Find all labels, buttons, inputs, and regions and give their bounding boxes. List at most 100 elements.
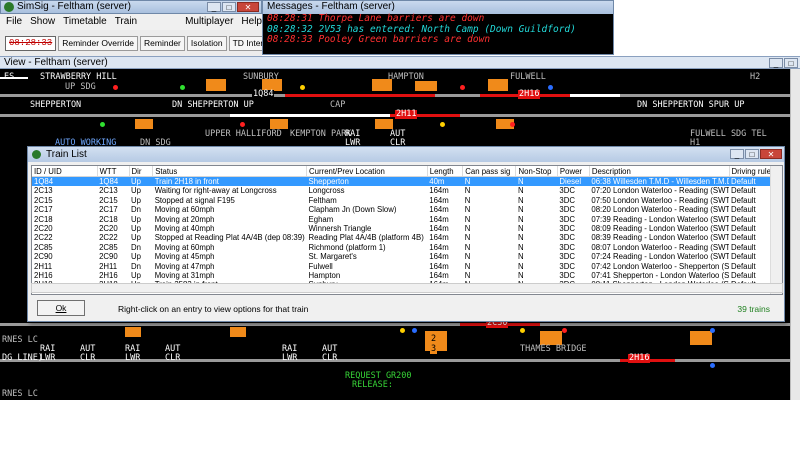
maximize-icon[interactable]: □: [745, 149, 759, 159]
table-cell: Up: [131, 252, 141, 262]
column-header[interactable]: Current/Prev Location: [306, 166, 428, 177]
table-cell: 2H16: [34, 271, 53, 281]
table-row[interactable]: 2C22 2C22 Up Stopped at Reading Plat 4A/4B …: [32, 233, 771, 242]
minimize-icon[interactable]: _: [769, 58, 783, 68]
table-row[interactable]: 2C85 2C85 Dn Moving at 60mph Richmond (platf…: [32, 243, 771, 252]
column-header[interactable]: Non-Stop: [515, 166, 558, 177]
train-list-horizontal-scrollbar[interactable]: [31, 283, 783, 293]
table-cell: Moving at 31mph: [154, 271, 215, 281]
column-header[interactable]: Can pass sig: [462, 166, 517, 177]
table-row[interactable]: 1Q84 1Q84 Up Train 2H18 in front Shepperton 4…: [32, 176, 771, 187]
table-cell: Moving at 60mph: [154, 242, 215, 252]
signal-yellow[interactable]: [400, 328, 405, 333]
table-cell: N: [464, 242, 471, 252]
menu-show[interactable]: Show: [30, 14, 55, 30]
maximize-icon[interactable]: □: [222, 2, 236, 12]
table-cell: Up: [131, 224, 141, 234]
table-cell: 40m: [427, 176, 463, 187]
close-icon[interactable]: ✕: [237, 2, 259, 12]
table-cell: 08:39 Reading - London Waterloo (SWT I: [591, 233, 729, 243]
berth-2h16-lower[interactable]: 2H16: [628, 354, 651, 363]
close-icon[interactable]: ✕: [760, 149, 782, 159]
table-row[interactable]: 2C18 2C18 Up Moving at 20mph Egham 164m N N 3DC 0…: [32, 215, 771, 224]
signal-red[interactable]: [510, 122, 515, 127]
fulwell-label: FULWELL: [510, 72, 546, 82]
table-cell: 164m: [429, 242, 449, 252]
table-cell: 2C22: [99, 233, 118, 243]
platform-block: [488, 79, 508, 91]
table-cell: 2C15: [99, 195, 118, 205]
column-header[interactable]: ID / UID: [32, 166, 98, 177]
column-header[interactable]: WTT: [97, 166, 130, 177]
view-window-titlebar[interactable]: View - Feltham (server) _ □: [0, 56, 800, 69]
release-label[interactable]: RELEASE:: [352, 380, 393, 390]
column-header[interactable]: Description: [589, 166, 730, 177]
isolation-button[interactable]: Isolation: [186, 35, 227, 51]
signal-yellow[interactable]: [440, 122, 445, 127]
dg-line-label: DG LINE): [2, 353, 43, 363]
messages-window: Messages - Feltham (server) 08:28:31 Tho…: [262, 0, 614, 55]
berth-2h16[interactable]: 2H16: [518, 90, 541, 99]
platform-block: [135, 119, 153, 129]
signal-red[interactable]: [240, 122, 245, 127]
column-header[interactable]: Driving rules: [729, 166, 771, 177]
siding-number-2: 2: [430, 334, 438, 344]
train-list-vertical-scrollbar[interactable]: [770, 166, 782, 294]
signal-blue[interactable]: [548, 85, 553, 90]
clr-label[interactable]: CLR: [80, 353, 95, 363]
table-row[interactable]: 2C20 2C20 Up Moving at 40mph Winnersh Triang…: [32, 224, 771, 233]
table-cell: Moving at 20mph: [154, 214, 215, 224]
table-cell: 3DC: [559, 271, 576, 281]
signal-yellow[interactable]: [300, 85, 305, 90]
minimize-icon[interactable]: _: [730, 149, 744, 159]
berth-2h11[interactable]: 2H11: [395, 110, 418, 119]
menu-help[interactable]: Help: [241, 14, 262, 30]
signal-red[interactable]: [113, 85, 118, 90]
column-header[interactable]: Power: [557, 166, 590, 177]
signal-green[interactable]: [100, 122, 105, 127]
column-header[interactable]: Length: [427, 166, 464, 177]
platform-block: [372, 79, 392, 91]
table-row[interactable]: 2C13 2C13 Up Waiting for right-away at Long…: [32, 186, 771, 195]
table-cell: 2C13: [99, 186, 118, 196]
table-row[interactable]: 2H16 2H16 Up Moving at 31mph Hampton 164m N N 3D…: [32, 271, 771, 280]
berth-1q84[interactable]: 1Q84: [252, 90, 275, 99]
table-cell: 2C90: [34, 252, 53, 262]
signal-green[interactable]: [180, 85, 185, 90]
table-row[interactable]: 2C15 2C15 Up Stopped at signal F195 Feltham 1…: [32, 196, 771, 205]
kempton-park-label: KEMPTON PARK: [290, 129, 352, 139]
table-cell: 164m: [429, 224, 449, 234]
table-cell: 08:20 London Waterloo - Reading (SWT I: [591, 205, 729, 215]
menu-file[interactable]: File: [6, 14, 22, 30]
reminder-button[interactable]: Reminder: [140, 35, 185, 51]
ok-button[interactable]: Ok: [37, 300, 85, 316]
signal-red[interactable]: [562, 328, 567, 333]
table-cell: 07:24 Reading - London Waterloo (SWT I: [591, 252, 729, 262]
signal-red[interactable]: [460, 85, 465, 90]
table-cell: N: [517, 186, 524, 196]
sim-clock-button[interactable]: 08:28:33: [5, 35, 57, 51]
clr-label[interactable]: CLR: [165, 353, 180, 363]
table-row[interactable]: 2C17 2C17 Dn Moving at 60mph Clapham Jn (Dow…: [32, 205, 771, 214]
minimize-icon[interactable]: _: [207, 2, 221, 12]
column-header[interactable]: Status: [152, 166, 308, 177]
train-list-titlebar[interactable]: Train List _ □ ✕: [28, 147, 784, 162]
signal-blue[interactable]: [412, 328, 417, 333]
menu-timetable[interactable]: Timetable: [63, 14, 107, 30]
signal-blue[interactable]: [710, 363, 715, 368]
view-vertical-scrollbar[interactable]: [790, 69, 800, 400]
main-window-titlebar[interactable]: SimSig - Feltham (server) _ □ ✕: [0, 0, 262, 14]
reminder-override-button[interactable]: Reminder Override: [58, 35, 139, 51]
menu-multiplayer[interactable]: Multiplayer: [185, 14, 233, 30]
column-header[interactable]: Dir: [129, 166, 154, 177]
table-row[interactable]: 2H11 2H11 Dn Moving at 47mph Fulwell 164m N N 3D…: [32, 262, 771, 271]
table-row[interactable]: 2C90 2C90 Up Moving at 45mph St. Margaret's 1…: [32, 252, 771, 261]
signal-yellow[interactable]: [520, 328, 525, 333]
table-cell: Shepperton: [306, 176, 428, 187]
signal-blue[interactable]: [710, 328, 715, 333]
maximize-icon[interactable]: □: [784, 58, 798, 68]
clr-label[interactable]: CLR: [322, 353, 337, 363]
table-cell: N: [464, 252, 471, 262]
table-cell: 164m: [429, 195, 449, 205]
menu-train-describer[interactable]: Train Describer: [115, 14, 177, 43]
